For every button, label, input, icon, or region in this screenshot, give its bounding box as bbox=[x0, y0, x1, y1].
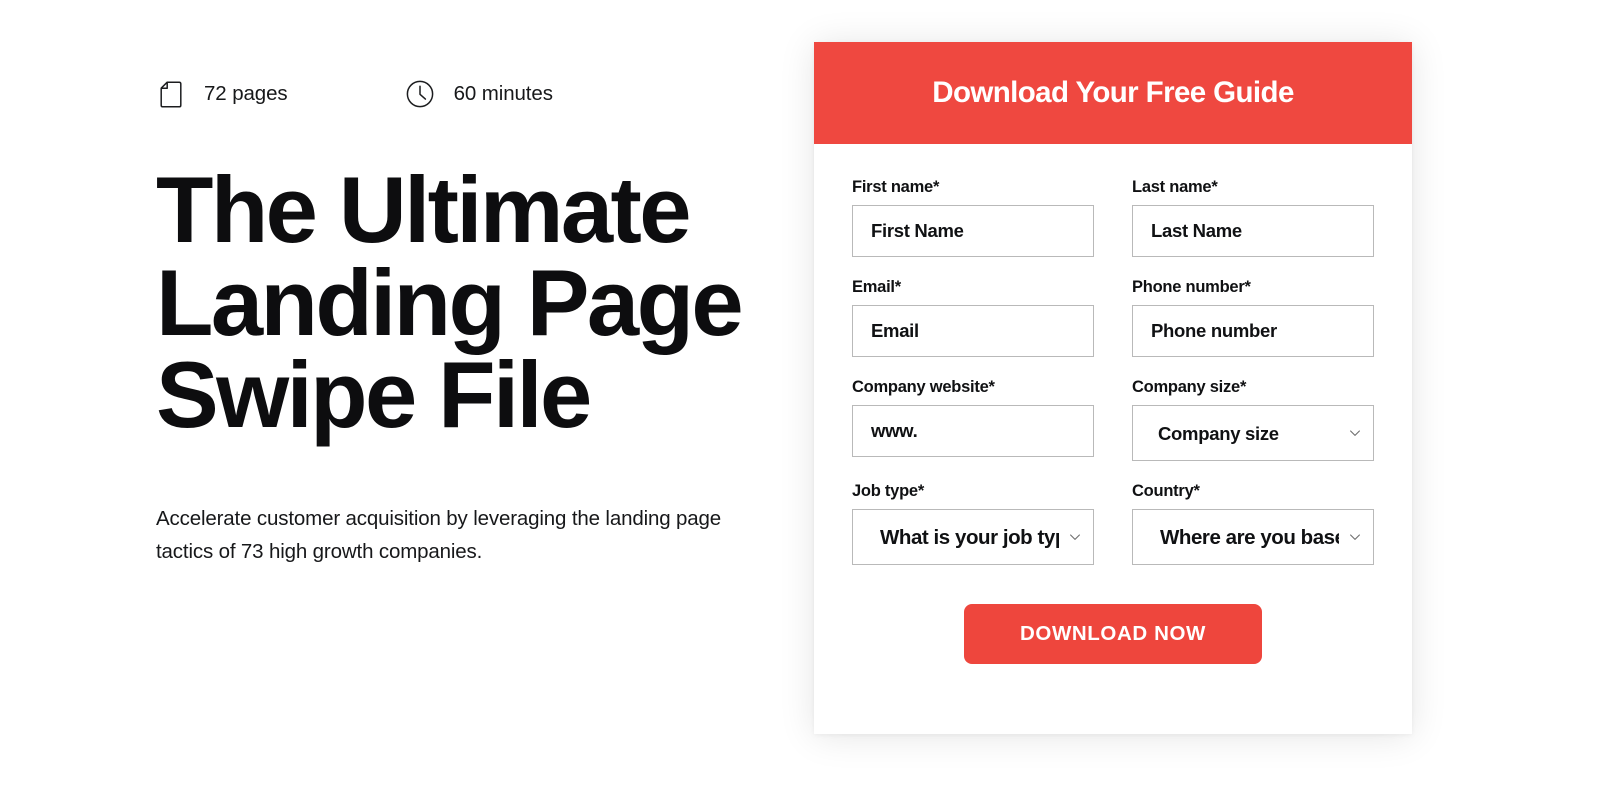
field-job-type: Job type* What is your job type? bbox=[852, 482, 1094, 565]
field-company-size: Company size* Company size bbox=[1132, 378, 1374, 461]
form-card-header: Download Your Free Guide bbox=[814, 42, 1412, 144]
country-select[interactable]: Where are you based? bbox=[1132, 509, 1374, 565]
form-row-name: First name* Last name* bbox=[852, 178, 1374, 257]
field-company-website: Company website* bbox=[852, 378, 1094, 461]
hero-meta-row: 72 pages 60 minutes bbox=[156, 72, 796, 116]
lead-capture-form-card: Download Your Free Guide First name* Las… bbox=[814, 42, 1412, 734]
field-last-name: Last name* bbox=[1132, 178, 1374, 257]
label-last-name: Last name* bbox=[1132, 178, 1218, 196]
landing-page: 72 pages 60 minutes The Ultimate Landing… bbox=[0, 0, 1600, 786]
email-input[interactable] bbox=[852, 305, 1094, 357]
country-select-wrap: Where are you based? bbox=[1132, 509, 1374, 565]
label-job-type: Job type* bbox=[852, 482, 925, 500]
download-now-button[interactable]: DOWNLOAD NOW bbox=[964, 604, 1262, 664]
first-name-input[interactable] bbox=[852, 205, 1094, 257]
job-type-select-wrap: What is your job type? bbox=[852, 509, 1094, 565]
form-row-contact: Email* Phone number* bbox=[852, 278, 1374, 357]
last-name-input[interactable] bbox=[1132, 205, 1374, 257]
label-country: Country* bbox=[1132, 482, 1200, 500]
company-size-select[interactable]: Company size bbox=[1132, 405, 1374, 461]
meta-item-pages: 72 pages bbox=[156, 78, 288, 110]
label-first-name: First name* bbox=[852, 178, 940, 196]
page-title: The Ultimate Landing Page Swipe File bbox=[156, 157, 744, 448]
label-company-size: Company size* bbox=[1132, 378, 1247, 396]
form-header-title: Download Your Free Guide bbox=[932, 76, 1294, 109]
form-submit-row: DOWNLOAD NOW bbox=[852, 604, 1374, 664]
company-website-input[interactable] bbox=[852, 405, 1094, 457]
meta-label-pages: 72 pages bbox=[204, 82, 288, 105]
field-first-name: First name* bbox=[852, 178, 1094, 257]
label-company-website: Company website* bbox=[852, 378, 995, 396]
hero-section: 72 pages 60 minutes The Ultimate Landing… bbox=[156, 0, 796, 568]
field-country: Country* Where are you based? bbox=[1132, 482, 1374, 565]
phone-input[interactable] bbox=[1132, 305, 1374, 357]
form-row-profile: Job type* What is your job type? Country… bbox=[852, 482, 1374, 565]
page-subtitle: Accelerate customer acquisition by lever… bbox=[156, 506, 722, 563]
job-type-select[interactable]: What is your job type? bbox=[852, 509, 1094, 565]
meta-item-duration: 60 minutes bbox=[404, 78, 553, 110]
form-row-company: Company website* Company size* Company s… bbox=[852, 378, 1374, 461]
meta-label-duration: 60 minutes bbox=[453, 82, 553, 105]
clock-icon bbox=[404, 78, 436, 110]
label-email: Email* bbox=[852, 278, 901, 296]
document-icon bbox=[156, 78, 186, 110]
lead-capture-form: First name* Last name* Email* Phone numb… bbox=[814, 144, 1412, 664]
field-phone: Phone number* bbox=[1132, 278, 1374, 357]
label-phone: Phone number* bbox=[1132, 278, 1251, 296]
field-email: Email* bbox=[852, 278, 1094, 357]
company-size-select-wrap: Company size bbox=[1132, 405, 1374, 461]
